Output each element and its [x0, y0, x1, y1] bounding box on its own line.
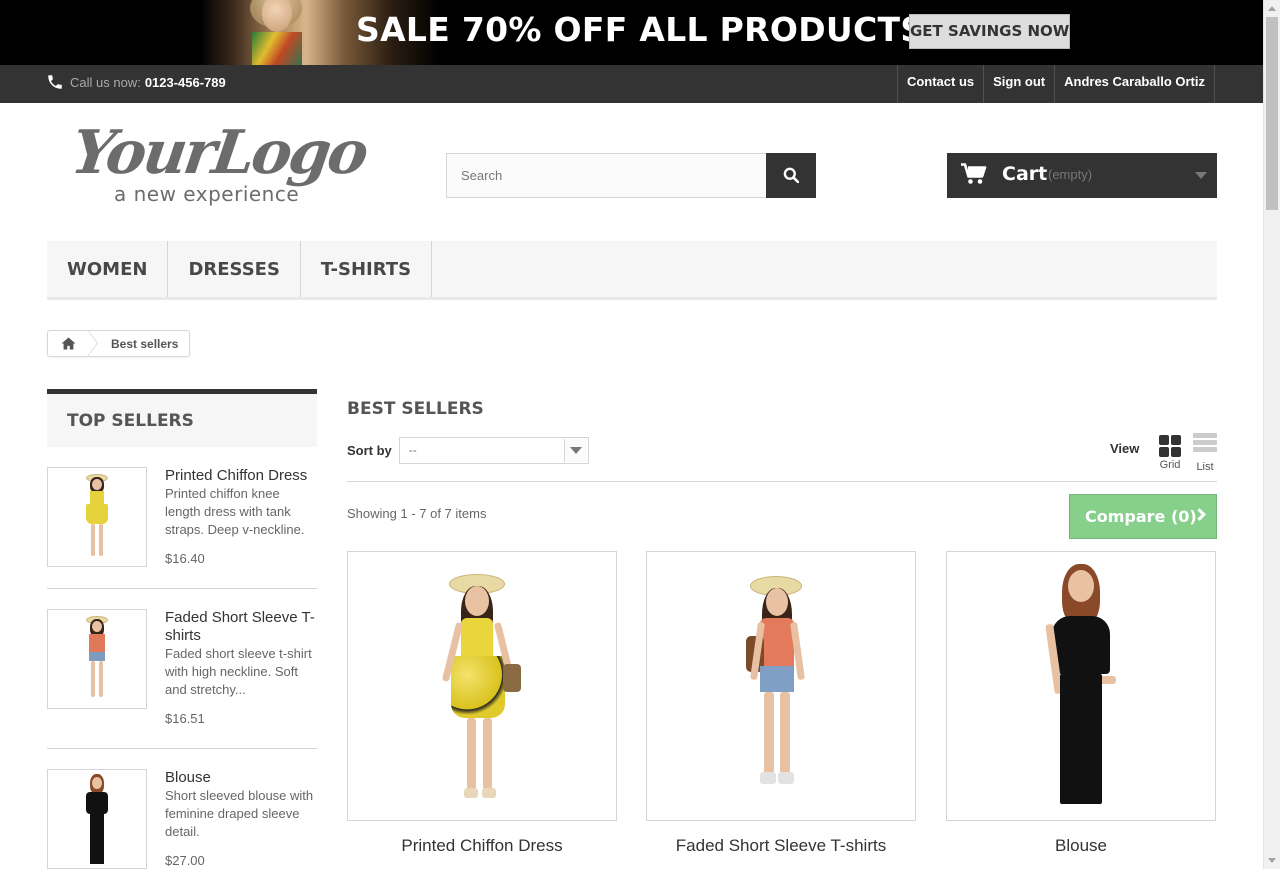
sort-label: Sort by: [347, 443, 392, 458]
top-seller-item: Faded Short Sleeve T-shirts Faded short …: [47, 609, 317, 726]
divider: [47, 748, 317, 749]
promo-banner[interactable]: SALE 70% OFF ALL PRODUCTS GET SAVINGS NO…: [0, 0, 1263, 65]
product-image[interactable]: [946, 551, 1216, 821]
cart-label: Cart: [1002, 163, 1048, 185]
header-user-links: Contact us Sign out Andres Caraballo Ort…: [896, 65, 1215, 103]
top-sellers-title[interactable]: TOP SELLERS: [47, 389, 317, 447]
top-seller-description: Faded short sleeve t-shirt with high nec…: [165, 646, 312, 697]
home-icon: [61, 337, 75, 350]
list-label: List: [1196, 461, 1214, 473]
search-form: [446, 153, 816, 198]
breadcrumb-home[interactable]: [48, 330, 98, 356]
phone-icon: [48, 75, 62, 89]
top-seller-thumbnail[interactable]: [47, 467, 147, 567]
page-heading: BEST SELLERS: [347, 399, 484, 419]
account-link[interactable]: Andres Caraballo Ortiz: [1054, 65, 1215, 103]
sort-value: --: [408, 443, 417, 457]
menu-item-women[interactable]: WOMEN: [47, 241, 169, 297]
product-card: Blouse: [946, 551, 1216, 856]
product-name[interactable]: Blouse: [946, 836, 1216, 856]
top-seller-price: $16.40: [165, 551, 205, 566]
search-input[interactable]: [446, 153, 768, 198]
product-card: Printed Chiffon Dress: [347, 551, 617, 856]
logo-tagline: a new experience: [114, 182, 300, 206]
cart-icon: [961, 163, 987, 184]
phone-number: 0123-456-789: [144, 74, 226, 90]
top-seller-thumbnail[interactable]: [47, 769, 147, 869]
items-count: Showing 1 - 7 of 7 items: [347, 506, 487, 521]
cart-button[interactable]: Cart (empty): [947, 153, 1217, 198]
promo-title: SALE 70% OFF ALL PRODUCTS: [356, 10, 925, 49]
view-switcher: View Grid List: [1110, 432, 1220, 473]
top-nav-bar: Call us now: 0123-456-789 Contact us Sig…: [0, 65, 1263, 103]
list-view-button[interactable]: List: [1190, 432, 1220, 473]
get-savings-button[interactable]: GET SAVINGS NOW: [909, 14, 1070, 49]
compare-label: Compare (0): [1085, 507, 1197, 526]
product-card: Faded Short Sleeve T-shirts: [646, 551, 916, 856]
top-seller-description: Short sleeved blouse with feminine drape…: [165, 788, 314, 839]
grid-icon: [1159, 435, 1181, 457]
product-image[interactable]: [646, 551, 916, 821]
breadcrumb-current: Best sellers: [111, 336, 179, 351]
top-seller-description: Printed chiffon knee length dress with t…: [165, 486, 305, 537]
page-scrollbar[interactable]: [1263, 0, 1280, 869]
chevron-down-icon: [563, 439, 587, 462]
chevron-down-icon: [1195, 172, 1207, 179]
cart-status: (empty): [1048, 167, 1093, 182]
top-seller-name[interactable]: Faded Short Sleeve T-shirts: [165, 609, 317, 645]
scroll-up-icon[interactable]: [1268, 6, 1276, 11]
top-seller-name[interactable]: Printed Chiffon Dress: [165, 467, 317, 485]
main-menu: WOMEN DRESSES T-SHIRTS: [47, 241, 1217, 300]
search-icon: [783, 167, 799, 184]
top-seller-item: Printed Chiffon Dress Printed chiffon kn…: [47, 467, 317, 567]
call-us: Call us now: 0123-456-789: [46, 73, 226, 91]
store-logo[interactable]: YourLogo a new experience: [67, 118, 370, 210]
product-name[interactable]: Faded Short Sleeve T-shirts: [646, 836, 916, 856]
list-icon: [1193, 432, 1217, 454]
grid-label: Grid: [1159, 459, 1181, 471]
view-label: View: [1110, 441, 1140, 456]
search-button[interactable]: [766, 153, 816, 198]
sort-by-control: Sort by --: [347, 437, 589, 464]
grid-view-button[interactable]: Grid: [1155, 432, 1185, 471]
top-seller-price: $27.00: [165, 853, 205, 868]
product-image[interactable]: [347, 551, 617, 821]
sort-select[interactable]: --: [398, 437, 589, 464]
sign-out-link[interactable]: Sign out: [983, 65, 1054, 103]
top-seller-thumbnail[interactable]: [47, 609, 147, 709]
scrollbar-thumb[interactable]: [1266, 17, 1278, 210]
contact-us-link[interactable]: Contact us: [896, 65, 983, 103]
top-seller-name[interactable]: Blouse: [165, 769, 317, 787]
call-label: Call us now:: [70, 74, 141, 90]
divider: [47, 588, 317, 589]
top-seller-price: $16.51: [165, 711, 205, 726]
menu-item-dresses[interactable]: DRESSES: [168, 241, 301, 297]
breadcrumb: Best sellers: [47, 330, 191, 357]
menu-item-tshirts[interactable]: T-SHIRTS: [301, 241, 433, 297]
product-name[interactable]: Printed Chiffon Dress: [347, 836, 617, 856]
divider: [347, 481, 1217, 482]
top-seller-item: Blouse Short sleeved blouse with feminin…: [47, 769, 317, 869]
scroll-down-icon[interactable]: [1268, 858, 1276, 863]
compare-button[interactable]: Compare (0): [1069, 494, 1217, 539]
logo-text: YourLogo: [67, 118, 370, 188]
